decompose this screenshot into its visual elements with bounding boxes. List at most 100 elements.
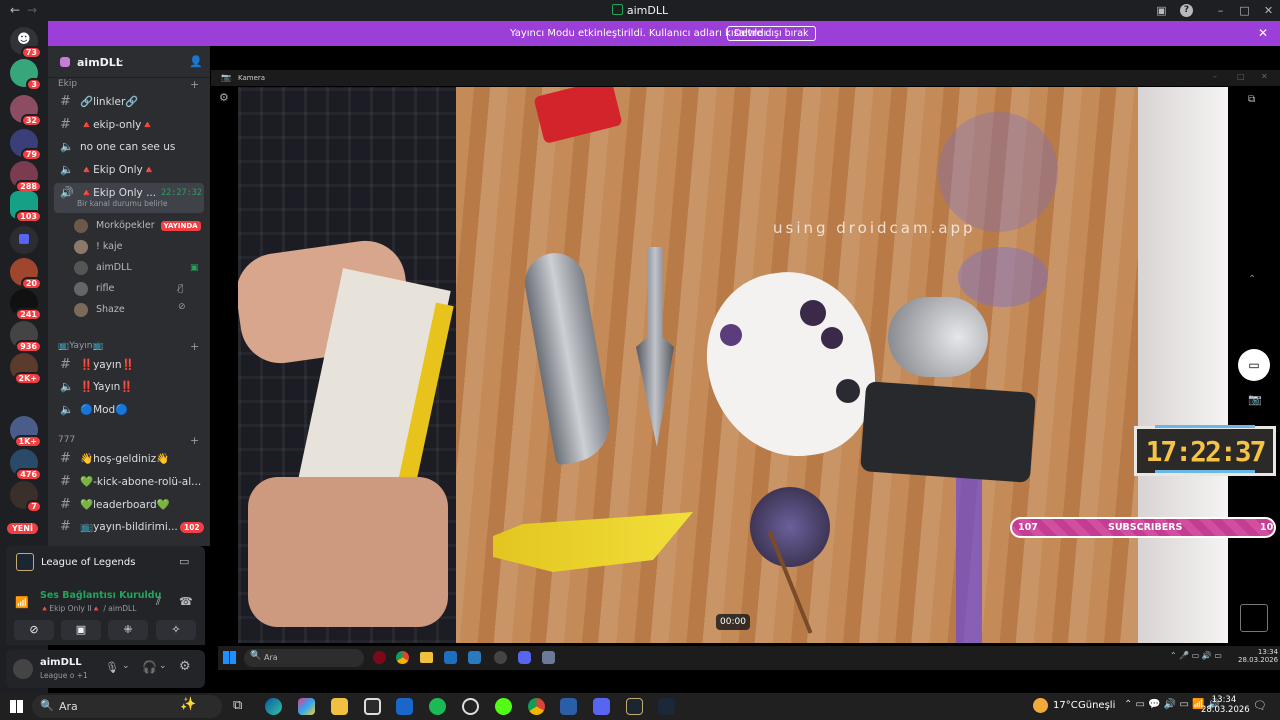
channel-ekip-only-active[interactable]: 🔊 🔺Ekip Only ... 22:27:32 Bir kanal duru… bbox=[54, 183, 204, 213]
gallery-thumbnail[interactable] bbox=[1240, 604, 1268, 632]
disconnect-icon[interactable]: ☎ bbox=[179, 595, 193, 608]
chevron-up-icon[interactable]: ⌃ bbox=[1248, 274, 1256, 285]
channel-leaderboard[interactable]: # 💚leaderboard💚 bbox=[54, 495, 204, 515]
channel-yayin-voice[interactable]: 🔈 ‼️Yayın‼️ bbox=[54, 377, 204, 397]
record-video-button[interactable]: ▭ bbox=[1238, 349, 1270, 381]
edge-icon[interactable] bbox=[265, 698, 282, 715]
maximize-button[interactable]: □ bbox=[1238, 4, 1251, 17]
disable-streamer-mode-button[interactable]: Devre dışı bırak bbox=[727, 26, 816, 41]
server-icon[interactable]: 79 bbox=[10, 129, 42, 161]
channel-ekip-only-voice[interactable]: 🔈 🔺Ekip Only🔺 bbox=[54, 160, 204, 180]
channel-yayin-bildirimi[interactable]: # 📺yayın-bildirimi... 102 bbox=[54, 517, 204, 537]
search-highlight-icon: ✨ bbox=[180, 697, 197, 712]
channel-linkler[interactable]: # 🔗linkler🔗 bbox=[54, 92, 204, 112]
discord-icon[interactable] bbox=[593, 698, 610, 715]
search-box[interactable]: 🔍 Ara ✨ bbox=[32, 695, 222, 718]
category-ekip[interactable]: Ekip bbox=[58, 79, 77, 89]
server-icon[interactable]: 2K+ bbox=[10, 353, 42, 385]
user-activity: League o +1 bbox=[40, 671, 88, 680]
maximize-button[interactable]: □ bbox=[1237, 72, 1245, 81]
server-icon[interactable]: 288 bbox=[10, 161, 42, 193]
server-icon[interactable]: 7 bbox=[10, 481, 42, 513]
store-icon[interactable] bbox=[364, 698, 381, 715]
steam-icon[interactable] bbox=[658, 698, 675, 715]
server-icon[interactable]: 3 bbox=[10, 59, 42, 91]
chevron-down-icon[interactable]: ⌄ bbox=[159, 661, 167, 671]
category-yayin[interactable]: 📺Yayın📺 bbox=[58, 341, 104, 351]
voice-member[interactable]: ! kaje bbox=[74, 238, 122, 256]
camera-settings-icon[interactable]: ⚙ bbox=[219, 91, 229, 104]
folder-icon[interactable] bbox=[10, 226, 38, 254]
league-of-legends-icon[interactable] bbox=[626, 698, 643, 715]
add-channel-icon[interactable]: + bbox=[190, 78, 199, 91]
voice-status[interactable]: Ses Bağlantısı Kuruldu bbox=[40, 590, 161, 601]
server-icon[interactable]: 936 bbox=[10, 321, 42, 353]
soundboard-button[interactable]: ✧ bbox=[156, 620, 196, 640]
taskbar-clock[interactable]: 13:34 28.03.2026 bbox=[1201, 695, 1250, 715]
help-icon[interactable]: ? bbox=[1180, 4, 1193, 17]
close-button[interactable]: ✕ bbox=[1261, 72, 1268, 81]
copilot-icon[interactable] bbox=[298, 698, 315, 715]
voice-member[interactable]: Shaze bbox=[74, 301, 125, 319]
weather-icon[interactable] bbox=[1033, 698, 1048, 713]
server-icon[interactable]: 32 bbox=[10, 95, 42, 127]
signal-icon[interactable]: 📶 bbox=[15, 596, 29, 609]
channel-kick-abone[interactable]: # 💚-kick-abone-rolü-al... bbox=[54, 472, 204, 492]
server-icon[interactable]: 476 bbox=[10, 449, 42, 481]
server-icon[interactable]: 1K+ bbox=[10, 416, 42, 448]
weather-temperature[interactable]: 17°C bbox=[1053, 700, 1078, 711]
mail-icon[interactable] bbox=[396, 698, 413, 715]
channel-yayin-text[interactable]: # ‼️yayın‼️ bbox=[54, 355, 204, 375]
camera-off-button[interactable]: ⊘ bbox=[14, 620, 54, 640]
server-header[interactable]: aimDLL ⌄ 👤 bbox=[48, 46, 210, 78]
add-channel-icon[interactable]: + bbox=[190, 434, 199, 447]
close-banner-icon[interactable]: ✕ bbox=[1258, 26, 1268, 40]
server-icon[interactable]: 241 bbox=[10, 289, 42, 321]
add-channel-icon[interactable]: + bbox=[190, 340, 199, 353]
go-live-icon[interactable]: ▭ bbox=[179, 555, 189, 568]
avatar[interactable] bbox=[13, 659, 33, 679]
channel-mod[interactable]: 🔈 🔵Mod🔵 bbox=[54, 400, 204, 420]
channel-status[interactable]: Bir kanal durumu belirle bbox=[77, 194, 167, 213]
category-777[interactable]: 777 bbox=[58, 435, 75, 445]
chrome-icon[interactable] bbox=[528, 698, 545, 715]
notifications-icon[interactable]: 🗨 bbox=[1253, 699, 1267, 712]
avatar bbox=[74, 282, 88, 296]
picture-in-picture-icon[interactable]: ⧉ bbox=[1248, 94, 1255, 105]
new-unreads-pill[interactable]: YENİ bbox=[7, 523, 38, 534]
task-view-icon[interactable]: ⧉ bbox=[233, 698, 242, 713]
direct-messages-icon[interactable]: ☻ 73 bbox=[10, 27, 42, 59]
channel-no-one-can-see-us[interactable]: 🔈 no one can see us bbox=[54, 137, 204, 157]
voice-member[interactable]: aimDLL ▣ bbox=[74, 259, 199, 277]
arm bbox=[248, 477, 448, 627]
file-explorer-icon[interactable] bbox=[331, 698, 348, 715]
voice-channel-path[interactable]: 🔺Ekip Only II🔺 / aimDLL bbox=[40, 604, 136, 613]
webcam-video: using droidcam.app 00:00 bbox=[238, 87, 1228, 643]
screen-share-button[interactable]: ▣ bbox=[61, 620, 101, 640]
server-icon-active[interactable]: 103 bbox=[10, 191, 42, 223]
app-icon[interactable] bbox=[462, 698, 479, 715]
voice-member[interactable]: Morköpekler YAYINDA bbox=[74, 217, 201, 235]
spotify-icon[interactable] bbox=[429, 698, 446, 715]
app-icon[interactable] bbox=[560, 698, 577, 715]
settings-gear-icon[interactable]: ⚙ bbox=[179, 659, 191, 674]
headphones-icon[interactable]: 🎧 bbox=[142, 660, 157, 674]
chevron-down-icon[interactable]: ⌄ bbox=[122, 661, 130, 671]
channel-ekip-only[interactable]: # 🔺ekip-only🔺 bbox=[54, 115, 204, 135]
kick-icon[interactable] bbox=[495, 698, 512, 715]
minimize-button[interactable]: – bbox=[1213, 72, 1217, 81]
invite-people-icon[interactable]: 👤 bbox=[189, 55, 203, 68]
voice-member[interactable]: rifle 🎙̸ ⊘ bbox=[74, 280, 186, 312]
noise-suppression-icon[interactable]: ⫽ bbox=[156, 595, 161, 609]
weather-condition[interactable]: Güneşli bbox=[1078, 700, 1115, 711]
windows-start-button[interactable] bbox=[10, 700, 23, 713]
close-button[interactable]: ✕ bbox=[1262, 4, 1275, 17]
photo-capture-icon[interactable]: 📷 bbox=[1248, 393, 1262, 406]
server-icon[interactable]: 20 bbox=[10, 258, 42, 290]
inbox-icon[interactable]: ▣ bbox=[1155, 4, 1168, 17]
game-activity-panel: League of Legends ▭ bbox=[6, 546, 205, 580]
activities-button[interactable]: ⁜ bbox=[108, 620, 148, 640]
channel-hos-geldiniz[interactable]: # 👋hoş-geldiniz👋 bbox=[54, 449, 204, 469]
minimize-button[interactable]: – bbox=[1214, 4, 1227, 17]
microphone-icon[interactable]: 🎙 bbox=[105, 661, 119, 674]
